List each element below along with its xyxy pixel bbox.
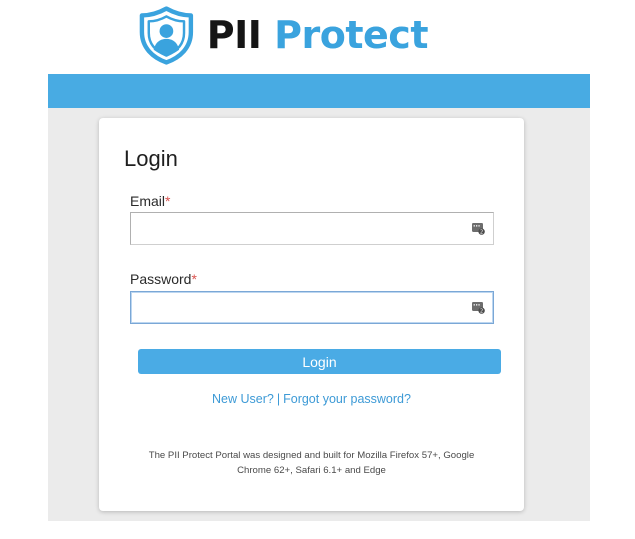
login-button[interactable]: Login [138,349,501,374]
browser-support-line-2: Chrome 62+, Safari 6.1+ and Edge [237,465,386,476]
browser-support-line-1: The PII Protect Portal was designed and … [148,450,475,461]
email-field-wrapper: 2 [130,212,494,245]
brand-logo: PII Protect [138,4,428,66]
email-required-mark: * [165,193,171,209]
link-separator: | [276,392,281,406]
password-manager-icon[interactable]: 2 [472,301,485,314]
password-field[interactable] [131,292,493,323]
login-title: Login [124,146,178,171]
password-label-text: Password [130,271,192,287]
shield-user-icon [139,6,194,65]
brand-name-part2: Protect [274,13,428,57]
brand-name-part1: PII [206,13,262,57]
email-label-text: Email [130,193,166,209]
password-field-wrapper: 2 [130,291,494,324]
login-card: Login Email* 2 Password* 2 Login New Use… [99,118,524,511]
email-field[interactable] [131,213,493,244]
brand-name: PII Protect [206,13,429,57]
email-label: Email* [130,193,170,209]
forgot-password-link[interactable]: Forgot your password? [283,392,411,406]
account-links: New User? | Forgot your password? [99,392,524,406]
password-required-mark: * [191,271,197,287]
browser-support-note: The PII Protect Portal was designed and … [129,448,494,478]
svg-text:2: 2 [480,230,483,235]
password-label: Password* [130,271,197,287]
header-banner [48,74,590,108]
password-manager-icon[interactable]: 2 [472,222,485,235]
new-user-link[interactable]: New User? [212,392,274,406]
svg-text:2: 2 [480,309,483,314]
